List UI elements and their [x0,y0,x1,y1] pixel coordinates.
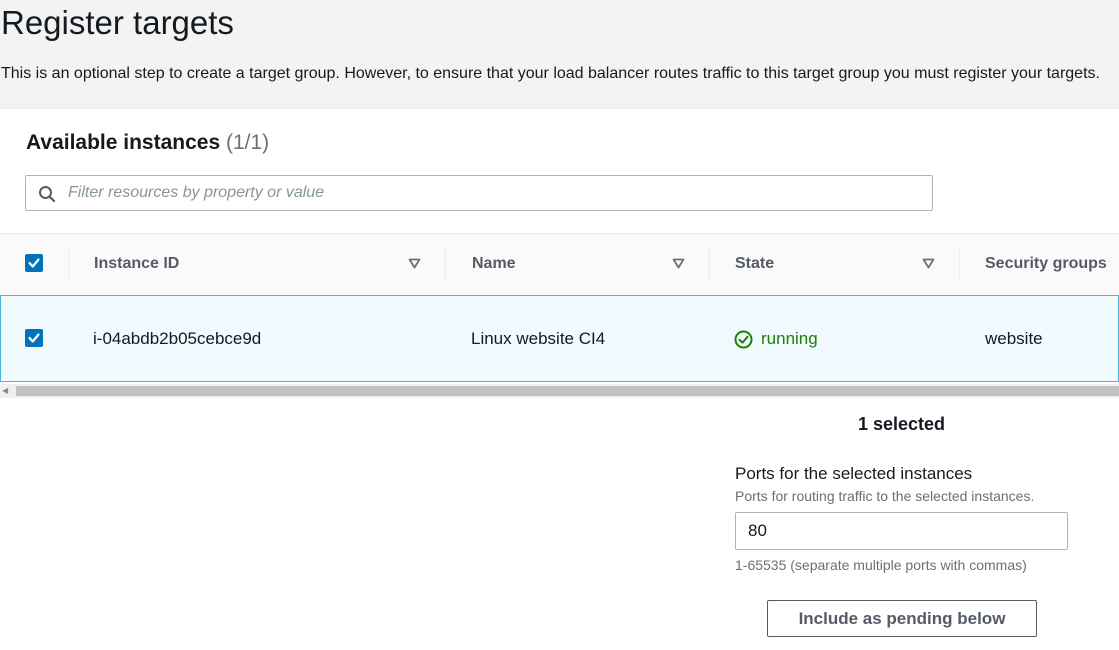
column-header-name[interactable]: Name [472,234,516,294]
column-divider [445,248,446,280]
sort-down-icon[interactable] [922,258,935,269]
scroll-left-arrow-icon[interactable]: ◀ [2,384,8,398]
page-title: Register targets [1,4,234,41]
filter-box [25,175,933,211]
cell-name: Linux website CI4 [471,329,606,348]
select-all-checkbox[interactable] [25,254,43,272]
sort-down-icon[interactable] [408,258,421,269]
filter-input[interactable] [68,176,918,210]
scrollbar-thumb[interactable] [16,386,1119,396]
available-instances-panel: Available instances (1/1) Instance ID Na… [0,108,1119,650]
table-header: Instance ID Name State Security groups [0,233,1119,294]
column-header-state[interactable]: State [735,234,774,294]
cell-security-groups: website [985,329,1043,348]
heading-text: Available instances [26,131,221,154]
check-circle-icon [734,330,753,349]
column-header-instance-id[interactable]: Instance ID [94,234,179,294]
search-icon [39,186,56,203]
ports-input[interactable] [735,512,1068,550]
column-divider [959,248,960,280]
column-divider [68,248,69,280]
page-description: This is an optional step to create a tar… [1,65,1100,82]
column-divider [709,248,710,280]
horizontal-scrollbar[interactable]: ◀ [0,384,1119,398]
check-icon [28,333,40,343]
table-row[interactable]: i-04abdb2b05cebce9d Linux website CI4 ru… [0,295,1119,382]
sort-down-icon[interactable] [672,258,685,269]
ports-label: Ports for the selected instances [735,464,973,483]
ports-description: Ports for routing traffic to the selecte… [735,488,1035,504]
check-icon [28,258,40,268]
cell-state: running [761,329,818,348]
instances-count: (1/1) [226,131,270,154]
column-header-security-groups[interactable]: Security groups [985,234,1107,294]
row-checkbox[interactable] [25,329,43,347]
available-instances-heading: Available instances (1/1) [26,131,269,155]
page-header: Register targets This is an optional ste… [0,0,1119,108]
cell-instance-id: i-04abdb2b05cebce9d [93,329,262,348]
include-as-pending-button[interactable]: Include as pending below [767,600,1037,637]
ports-hint: 1-65535 (separate multiple ports with co… [735,557,1027,573]
selected-count: 1 selected [858,414,946,434]
